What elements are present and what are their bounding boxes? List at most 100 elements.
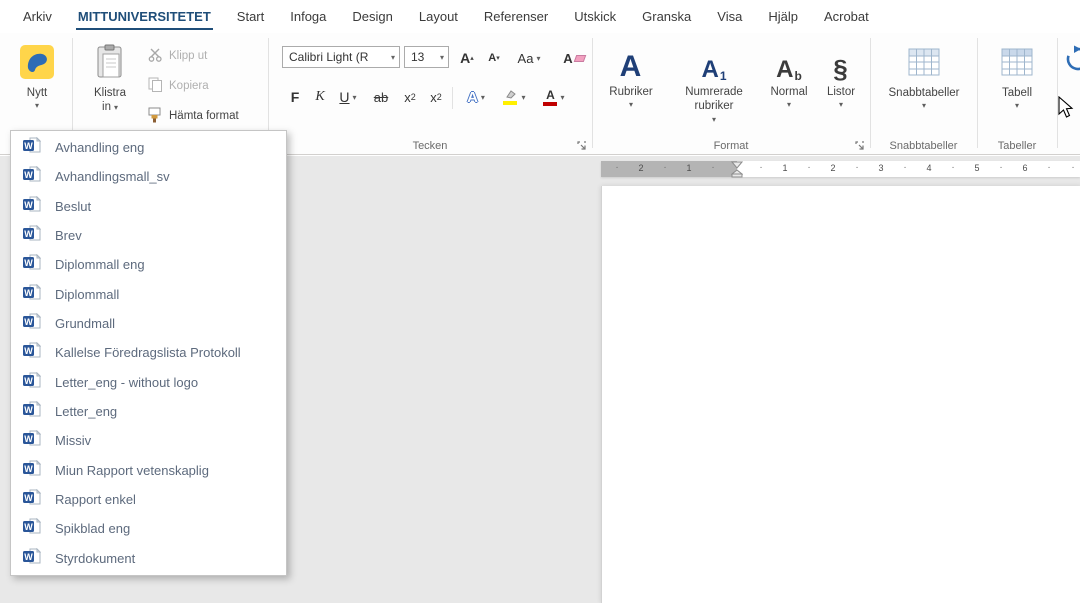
- chevron-down-icon: ▾: [787, 101, 791, 109]
- tab-start[interactable]: Start: [224, 0, 277, 33]
- chevron-down-icon: ▾: [481, 93, 485, 102]
- font-size-combo[interactable]: 13 ▾: [404, 46, 449, 68]
- paste-label-line2: in▾: [102, 100, 118, 114]
- eraser-icon: [573, 55, 586, 62]
- template-name: Spikblad eng: [55, 521, 130, 536]
- paste-button[interactable]: Klistra in▾: [82, 38, 138, 141]
- word-file-icon: W: [23, 372, 41, 393]
- tab-hjalp[interactable]: Hjälp: [755, 0, 811, 33]
- ruler-number: 6: [1022, 163, 1027, 173]
- word-letter: W: [24, 170, 33, 180]
- tab-granska[interactable]: Granska: [629, 0, 704, 33]
- format-painter-icon: [148, 107, 163, 126]
- ruler-tick: ·: [855, 162, 858, 173]
- tab-acrobat[interactable]: Acrobat: [811, 0, 882, 33]
- format-painter-button[interactable]: Hämta format: [148, 105, 239, 127]
- template-item-avhandlingsmall-sv[interactable]: W Avhandlingsmall_sv: [11, 162, 286, 191]
- template-name: Diplommall: [55, 287, 119, 302]
- strikethrough-button[interactable]: ab: [368, 85, 394, 109]
- indent-marker[interactable]: [731, 161, 743, 183]
- shrink-font-button[interactable]: A▾: [482, 46, 506, 70]
- font-row-1: Calibri Light (R ▾ 13 ▾ A▴ A▾ Aa▾ A: [268, 46, 592, 70]
- template-item-diplommall[interactable]: W Diplommall: [11, 280, 286, 309]
- word-file-icon: W: [23, 489, 41, 510]
- quick-tables-button[interactable]: Snabbtabeller ▾: [878, 38, 970, 141]
- horizontal-ruler[interactable]: · 2 · 1 · · 1 · 2 · 3 · 4 · 5 · 6 · ·: [601, 161, 1080, 177]
- ruler-tick: ·: [711, 162, 714, 173]
- template-name: Styrdokument: [55, 551, 135, 566]
- font-color-button[interactable]: A ▾: [536, 85, 572, 109]
- tab-arkiv[interactable]: Arkiv: [10, 0, 65, 33]
- ruler-number: 2: [638, 163, 643, 173]
- update-fields-icon[interactable]: [1064, 45, 1080, 78]
- format-painter-label: Hämta format: [169, 110, 239, 122]
- template-item-spikblad-eng[interactable]: W Spikblad eng: [11, 514, 286, 543]
- template-item-avhandling-eng[interactable]: W Avhandling eng: [11, 133, 286, 162]
- grow-font-button[interactable]: A▴: [454, 46, 480, 70]
- clear-formatting-button[interactable]: A: [560, 46, 588, 70]
- copy-label: Kopiera: [169, 80, 209, 92]
- nytt-button[interactable]: Nytt ▾: [8, 38, 66, 141]
- word-file-icon: W: [23, 401, 41, 422]
- tab-design[interactable]: Design: [339, 0, 405, 33]
- text-effects-icon: A: [467, 89, 478, 106]
- bold-button[interactable]: F: [284, 85, 306, 109]
- chevron-down-icon: ▾: [922, 102, 926, 110]
- template-item-diplommall-eng[interactable]: W Diplommall eng: [11, 250, 286, 279]
- chevron-down-icon: ▾: [712, 116, 716, 124]
- template-item-styrdokument[interactable]: W Styrdokument: [11, 544, 286, 573]
- ruler-tick: ·: [1071, 162, 1074, 173]
- document-page[interactable]: [601, 186, 1080, 603]
- highlight-color-button[interactable]: ▾: [496, 85, 532, 109]
- template-item-grundmall[interactable]: W Grundmall: [11, 309, 286, 338]
- template-item-letter-eng-without-logo[interactable]: W Letter_eng - without logo: [11, 368, 286, 397]
- numbered-headings-button[interactable]: A1 Numrerade rubriker ▾: [668, 38, 760, 141]
- font-dialog-launcher[interactable]: [576, 139, 588, 151]
- tab-utskick[interactable]: Utskick: [561, 0, 629, 33]
- font-name-combo[interactable]: Calibri Light (R ▾: [282, 46, 400, 68]
- italic-button[interactable]: K: [310, 85, 330, 109]
- ruler-tick: ·: [903, 162, 906, 173]
- template-item-missiv[interactable]: W Missiv: [11, 426, 286, 455]
- group-separator: [1057, 38, 1058, 148]
- copy-button[interactable]: Kopiera: [148, 75, 209, 97]
- change-case-button[interactable]: Aa▾: [512, 46, 546, 70]
- font-row-2: F K U▾ ab x2 x2 A▾: [268, 85, 592, 111]
- cut-button[interactable]: Klipp ut: [148, 45, 207, 67]
- word-file-icon: W: [23, 460, 41, 481]
- ruler-margin-segment: [601, 161, 737, 177]
- superscript-button[interactable]: x2: [424, 85, 448, 109]
- paste-label-in: in: [102, 101, 111, 113]
- table-button[interactable]: Tabell ▾: [985, 38, 1049, 141]
- ruler-number: 1: [686, 163, 691, 173]
- format-dialog-launcher[interactable]: [854, 139, 866, 151]
- ruler-number: 4: [926, 163, 931, 173]
- template-item-miun-rapport[interactable]: W Miun Rapport vetenskaplig: [11, 456, 286, 485]
- text-effects-button[interactable]: A▾: [460, 85, 492, 109]
- template-name: Beslut: [55, 199, 91, 214]
- headings-style-button[interactable]: A Rubriker ▾: [600, 38, 662, 141]
- subscript-button[interactable]: x2: [398, 85, 422, 109]
- word-file-icon: W: [23, 137, 41, 158]
- template-item-brev[interactable]: W Brev: [11, 221, 286, 250]
- template-item-rapport-enkel[interactable]: W Rapport enkel: [11, 485, 286, 514]
- normal-style-button[interactable]: Ab Normal ▾: [764, 38, 814, 141]
- word-file-icon: W: [23, 430, 41, 451]
- change-case-icon: Aa: [518, 51, 534, 66]
- tab-visa[interactable]: Visa: [704, 0, 755, 33]
- underline-button[interactable]: U▾: [332, 85, 364, 109]
- ruler-tick: ·: [999, 162, 1002, 173]
- word-file-icon: W: [23, 225, 41, 246]
- template-item-beslut[interactable]: W Beslut: [11, 192, 286, 221]
- tab-mittuniversitetet[interactable]: MITTUNIVERSITETET: [65, 0, 224, 33]
- down-mark-icon: ▾: [496, 55, 500, 62]
- tab-infoga[interactable]: Infoga: [277, 0, 339, 33]
- template-item-letter-eng[interactable]: W Letter_eng: [11, 397, 286, 426]
- underline-icon: U: [339, 89, 349, 105]
- lists-button[interactable]: § Listor ▾: [818, 38, 864, 141]
- word-letter: W: [24, 376, 33, 386]
- template-item-kallelse[interactable]: W Kallelse Föredragslista Protokoll: [11, 338, 286, 367]
- tab-referenser[interactable]: Referenser: [471, 0, 561, 33]
- tab-layout[interactable]: Layout: [406, 0, 471, 33]
- numbered-headings-label: Numrerade rubriker: [670, 85, 758, 114]
